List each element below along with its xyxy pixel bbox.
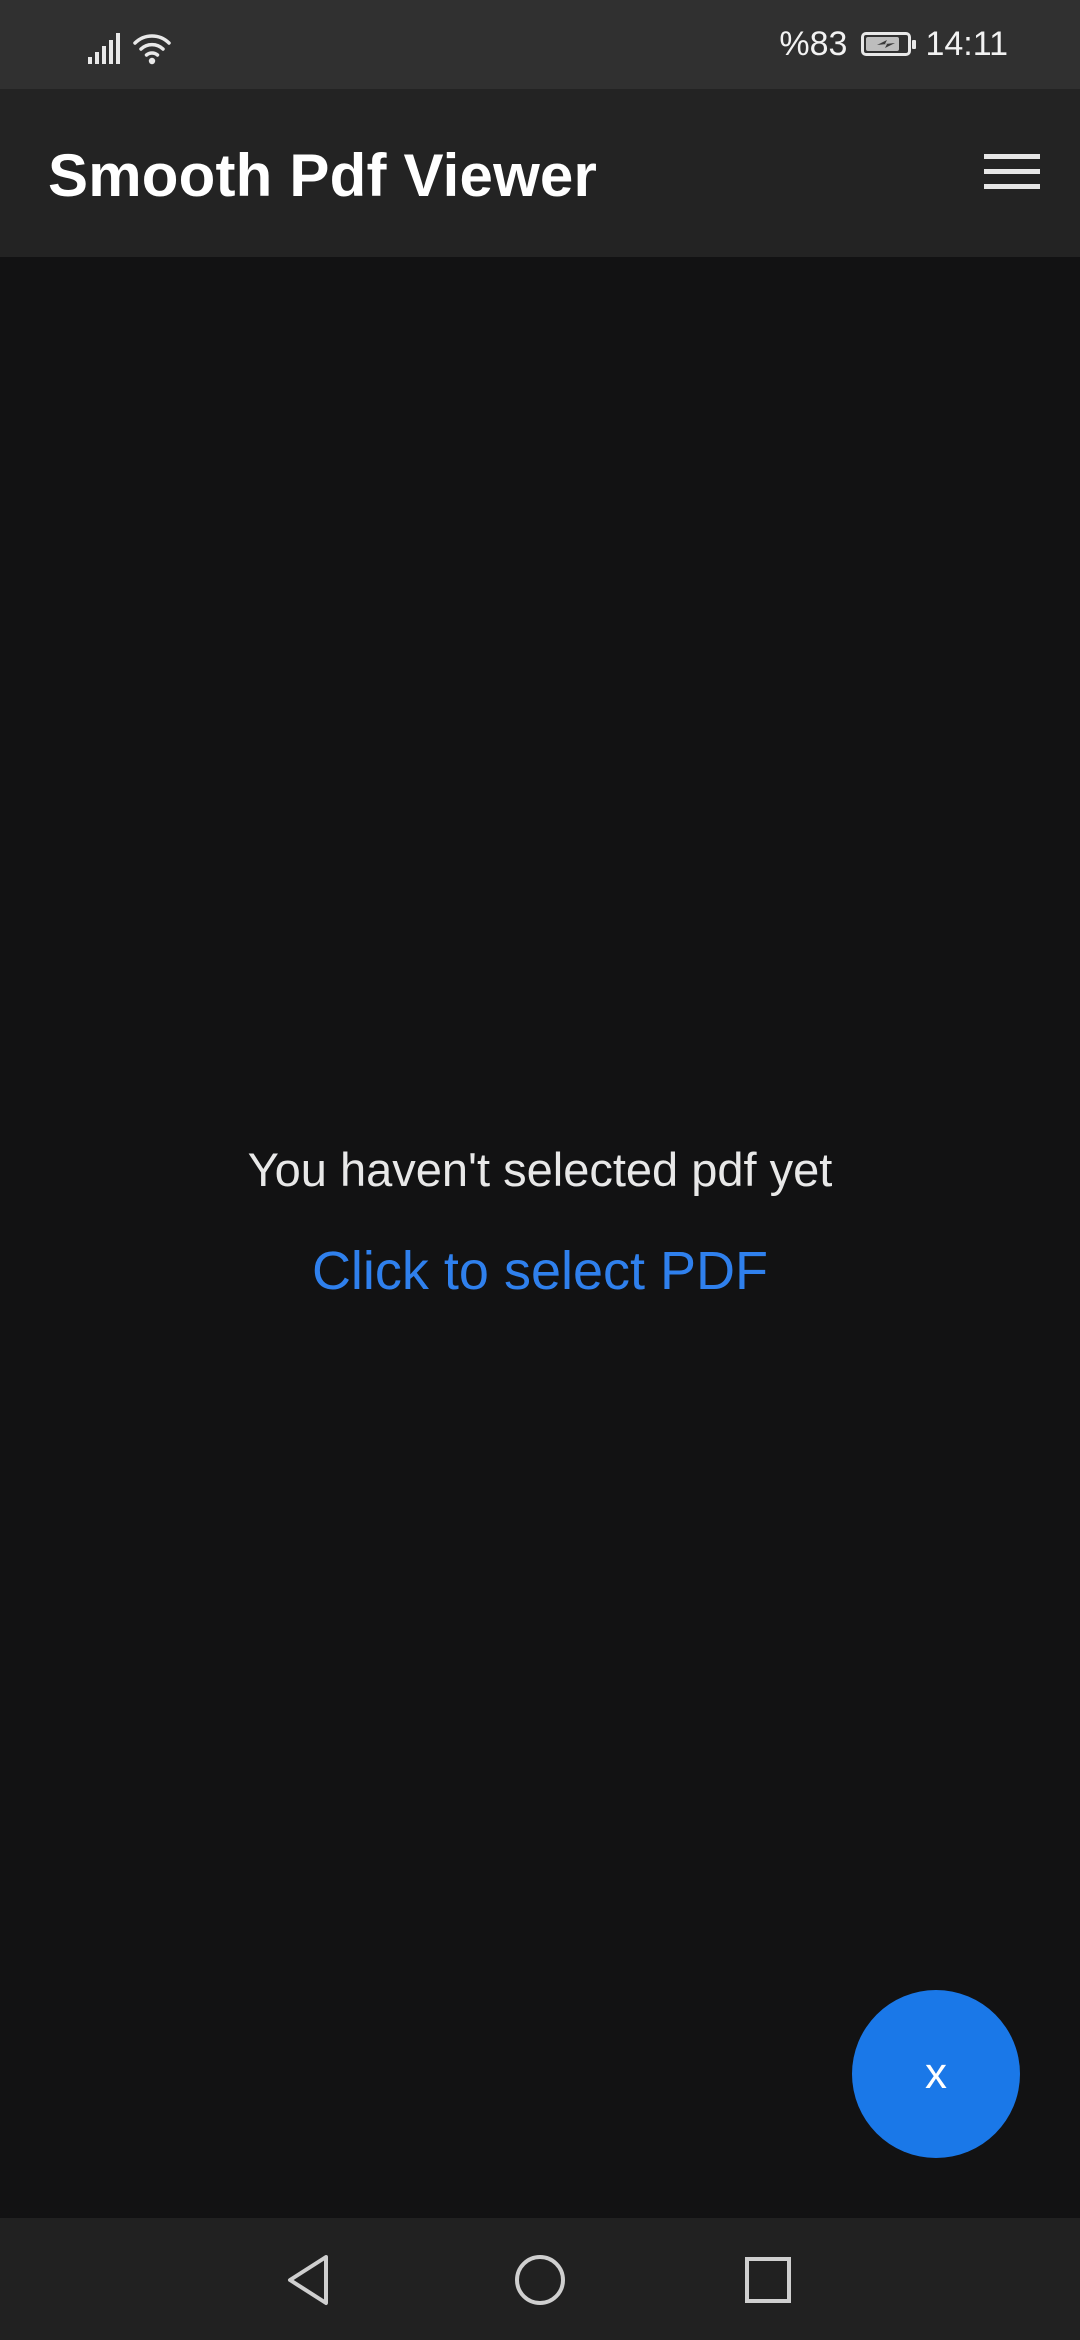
- fab-label: x: [925, 2049, 947, 2098]
- battery-charging-icon: [861, 32, 917, 56]
- status-left: [86, 24, 172, 66]
- signal-icon: [88, 33, 120, 64]
- status-bar: %83 14:11: [0, 0, 1080, 89]
- battery-percentage: %83: [779, 24, 848, 63]
- charging-bolt-icon: [877, 40, 896, 48]
- empty-message: You haven't selected pdf yet: [247, 1143, 833, 1196]
- back-icon[interactable]: [276, 2248, 340, 2312]
- menu-bar-top: [984, 153, 1040, 159]
- fab-close-button[interactable]: x: [852, 1990, 1020, 2158]
- hamburger-menu-icon[interactable]: [980, 139, 1044, 203]
- empty-state: You haven't selected pdf yet Click to se…: [0, 1140, 1080, 1304]
- nav-bar: [0, 2218, 1080, 2340]
- recents-icon[interactable]: [736, 2248, 800, 2312]
- home-icon[interactable]: [508, 2248, 572, 2312]
- clock: 14:11: [925, 24, 1008, 63]
- menu-bar-middle: [984, 168, 1040, 174]
- select-pdf-link[interactable]: Click to select PDF: [312, 1238, 768, 1304]
- app-title: Smooth Pdf Viewer: [48, 142, 598, 209]
- app-bar: Smooth Pdf Viewer: [0, 89, 1080, 257]
- battery-tip: [912, 40, 917, 49]
- screen: %83 14:11 Smooth Pdf Viewer You haven't …: [0, 0, 1080, 2340]
- menu-bar-bottom: [984, 183, 1040, 189]
- wifi-icon: [133, 34, 171, 65]
- status-right: %83 14:11: [779, 22, 1008, 66]
